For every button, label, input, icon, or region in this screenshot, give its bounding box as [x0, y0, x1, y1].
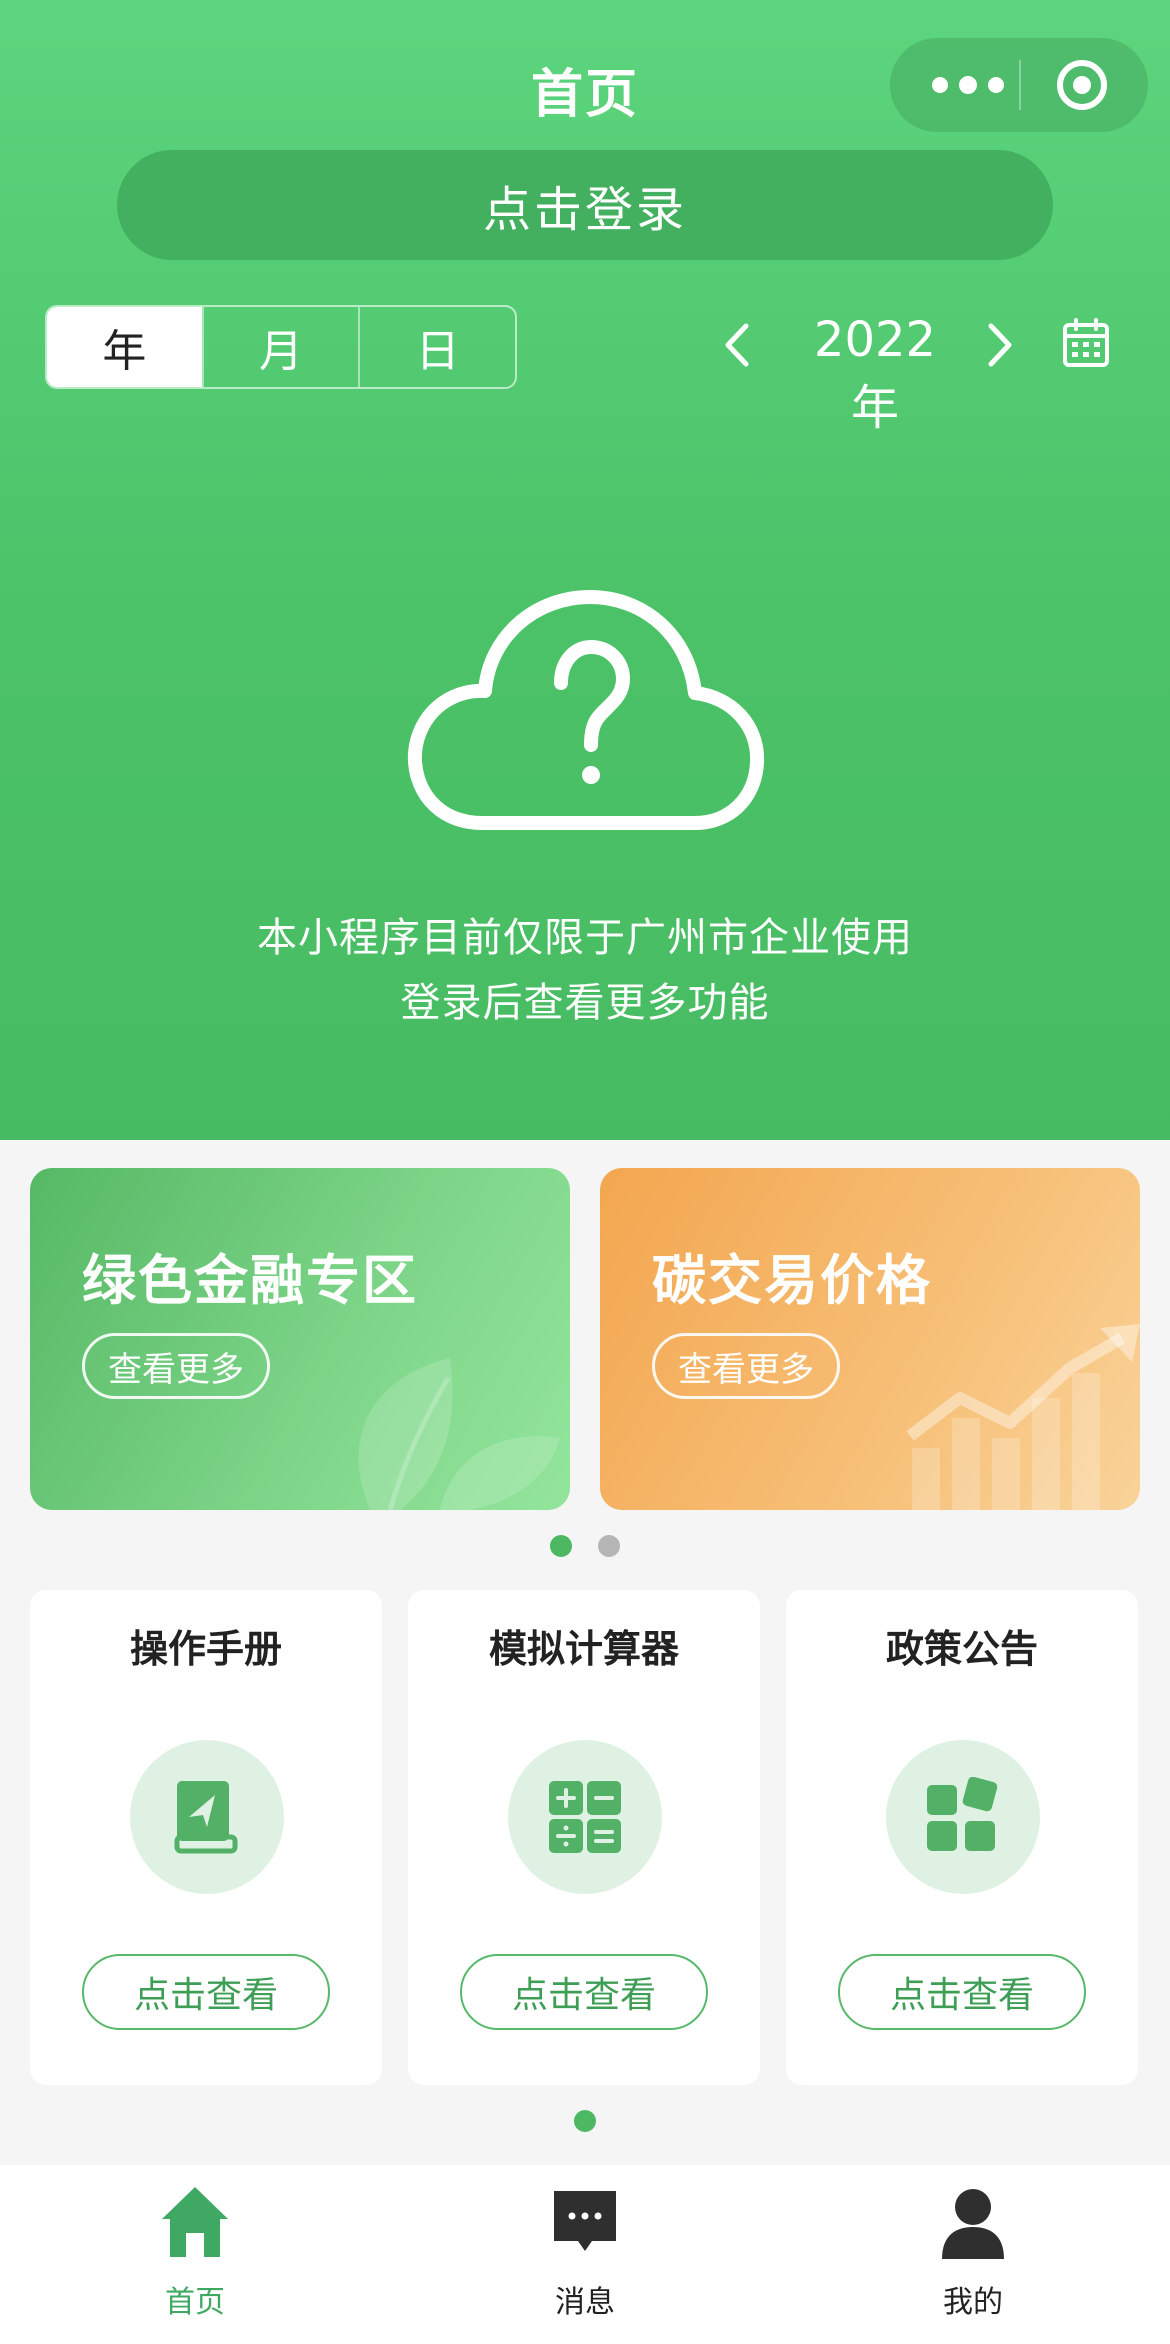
tab-label: 我的 — [943, 2285, 1003, 2320]
user-icon — [942, 2189, 1004, 2259]
leaf-icon — [358, 1358, 560, 1510]
login-button[interactable]: 点击登录 — [117, 150, 1053, 260]
rising-chart-icon — [906, 1324, 1140, 1510]
view-more-button[interactable]: 查看更多 — [82, 1333, 270, 1399]
card-title: 操作手册 — [129, 1627, 282, 1671]
period-segment: 年 月 日 — [45, 305, 517, 389]
calculator-icon — [549, 1781, 621, 1853]
calculator-icon-circle — [508, 1740, 662, 1894]
banner-title: 碳交易价格 — [652, 1249, 932, 1312]
tab-profile[interactable]: 我的 — [873, 2185, 1073, 2325]
calculator-card[interactable]: 模拟计算器 点击查看 — [408, 1590, 760, 2085]
policy-card[interactable]: 政策公告 点击查看 — [786, 1590, 1138, 2085]
green-finance-banner[interactable]: 绿色金融专区 查看更多 — [30, 1168, 570, 1510]
segment-year[interactable]: 年 — [47, 307, 202, 387]
bottom-tab-bar: 首页 消息 我的 — [0, 2165, 1170, 2344]
mini-program-capsule[interactable] — [890, 38, 1148, 132]
chevron-right-icon[interactable] — [985, 322, 1015, 368]
login-hint: 登录后查看更多功能 — [400, 980, 770, 1026]
cloud-question-icon — [407, 590, 765, 830]
banner-page-dot-active — [550, 1535, 572, 1557]
banner-title: 绿色金融专区 — [82, 1249, 418, 1312]
chevron-left-icon[interactable] — [722, 322, 752, 368]
view-button[interactable]: 点击查看 — [82, 1954, 330, 2030]
card-title: 政策公告 — [885, 1627, 1038, 1671]
card-title: 模拟计算器 — [488, 1627, 679, 1671]
year-label: 2022年 — [813, 312, 937, 436]
more-icon[interactable] — [928, 70, 1008, 100]
segment-month[interactable]: 月 — [201, 307, 359, 387]
view-button[interactable]: 点击查看 — [460, 1954, 708, 2030]
message-icon — [554, 2191, 616, 2251]
manual-card[interactable]: 操作手册 点击查看 — [30, 1590, 382, 2085]
segment-day[interactable]: 日 — [358, 307, 515, 387]
policy-icon-circle — [886, 1740, 1040, 1894]
capsule-divider — [1019, 60, 1021, 110]
restriction-notice: 本小程序目前仅限于广州市企业使用 — [257, 915, 913, 961]
tab-home[interactable]: 首页 — [95, 2185, 295, 2325]
view-more-button[interactable]: 查看更多 — [652, 1333, 840, 1399]
home-icon — [162, 2187, 228, 2257]
carbon-price-banner[interactable]: 碳交易价格 查看更多 — [600, 1168, 1140, 1510]
calendar-icon[interactable] — [1062, 318, 1110, 368]
view-button[interactable]: 点击查看 — [838, 1954, 1086, 2030]
close-miniprogram-icon[interactable] — [1055, 58, 1109, 112]
tab-label: 首页 — [165, 2285, 225, 2320]
tab-messages[interactable]: 消息 — [485, 2185, 685, 2325]
policy-grid-icon — [927, 1777, 998, 1851]
banner-page-dot — [598, 1535, 620, 1557]
manual-book-icon — [174, 1781, 238, 1854]
tab-label: 消息 — [555, 2285, 615, 2320]
cards-page-dot-active — [574, 2110, 596, 2132]
manual-icon-circle — [130, 1740, 284, 1894]
